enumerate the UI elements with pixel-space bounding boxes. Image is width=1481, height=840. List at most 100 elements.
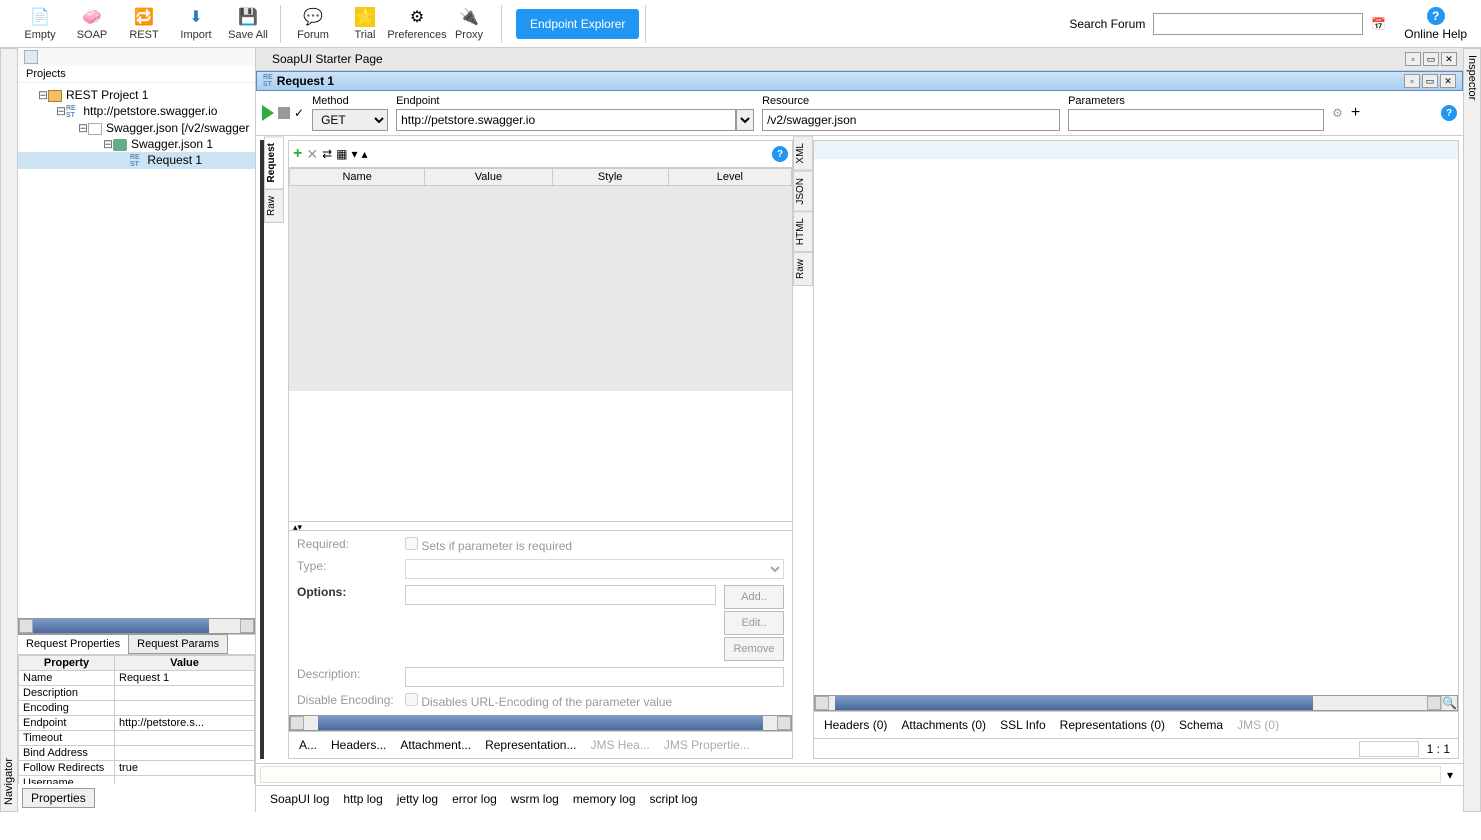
tree-resource[interactable]: ⊟Swagger.json [/v2/swagger: [18, 120, 255, 136]
tab-schema[interactable]: Schema: [1179, 718, 1223, 732]
import-icon: ⬇: [186, 7, 206, 27]
tab-jetty-log[interactable]: jetty log: [397, 792, 438, 806]
tab-auth[interactable]: A...: [299, 738, 317, 752]
tree-toolbar-icon[interactable]: [24, 50, 38, 64]
required-checkbox[interactable]: [405, 537, 418, 550]
tb-rest[interactable]: 🔁REST: [118, 7, 170, 41]
online-help-link[interactable]: ? Online Help: [1404, 7, 1467, 41]
tb-saveall[interactable]: 💾Save All: [222, 7, 274, 41]
tab-jms-headers[interactable]: JMS Hea...: [590, 738, 649, 752]
chevron-up-icon[interactable]: ▴: [362, 147, 368, 161]
maximize-icon[interactable]: ▭: [1423, 52, 1439, 66]
project-tree[interactable]: ⊟REST Project 1 ⊟REST http://petstore.sw…: [18, 83, 255, 618]
add-option-button[interactable]: Add..: [724, 585, 784, 609]
parameters-input[interactable]: [1068, 109, 1324, 131]
tab-request-properties[interactable]: Request Properties: [17, 634, 129, 654]
tab-resp-headers[interactable]: Headers (0): [824, 718, 887, 732]
endpoint-input[interactable]: [396, 109, 736, 131]
tb-trial[interactable]: ⭐Trial: [339, 7, 391, 41]
vtab-raw-resp[interactable]: Raw: [793, 252, 813, 286]
navigator-side-tab[interactable]: Navigator: [0, 48, 18, 812]
vtab-json[interactable]: JSON: [793, 171, 813, 212]
search-forum-input[interactable]: [1153, 13, 1363, 35]
vtab-html[interactable]: HTML: [793, 211, 813, 252]
tab-representation[interactable]: Representation...: [485, 738, 576, 752]
tab-script-log[interactable]: script log: [650, 792, 698, 806]
endpoint-dropdown[interactable]: [736, 109, 754, 131]
tree-hscroll[interactable]: [18, 618, 255, 634]
vtab-request[interactable]: Request: [264, 136, 284, 189]
minimize-icon[interactable]: ▫: [1404, 74, 1420, 88]
tb-forum[interactable]: 💬Forum: [287, 7, 339, 41]
type-select[interactable]: [405, 559, 784, 579]
tab-jms-properties[interactable]: JMS Propertie...: [664, 738, 750, 752]
request-bottom-tabs: A... Headers... Attachment... Representa…: [289, 731, 792, 758]
vtab-raw[interactable]: Raw: [264, 189, 284, 223]
tab-http-log[interactable]: http log: [343, 792, 382, 806]
tab-starter-page[interactable]: SoapUI Starter Page: [262, 50, 393, 68]
tb-proxy[interactable]: 🔌Proxy: [443, 7, 495, 41]
edit-option-button[interactable]: Edit..: [724, 611, 784, 635]
tb-preferences[interactable]: ⚙Preferences: [391, 7, 443, 41]
tab-error-log[interactable]: error log: [452, 792, 497, 806]
chevron-down-icon[interactable]: ▾: [351, 147, 357, 161]
endpoint-explorer-button[interactable]: Endpoint Explorer: [516, 9, 639, 39]
tab-headers[interactable]: Headers...: [331, 738, 386, 752]
move-icon[interactable]: ⇄: [322, 147, 332, 161]
tab-resp-representations[interactable]: Representations (0): [1060, 718, 1165, 732]
response-body[interactable]: [814, 141, 1458, 695]
status-input[interactable]: [1359, 741, 1419, 757]
tree-project[interactable]: ⊟REST Project 1: [18, 87, 255, 103]
close-icon[interactable]: ✕: [1440, 74, 1456, 88]
grid-icon[interactable]: ▦: [336, 147, 347, 161]
close-icon[interactable]: ✕: [1441, 52, 1457, 66]
maximize-icon[interactable]: ▭: [1422, 74, 1438, 88]
assert-icon[interactable]: ✓: [294, 106, 304, 120]
tab-memory-log[interactable]: memory log: [573, 792, 636, 806]
tab-request-params[interactable]: Request Params: [128, 634, 228, 654]
tb-soap[interactable]: 🧼SOAP: [66, 7, 118, 41]
tab-ssl-info[interactable]: SSL Info: [1000, 718, 1046, 732]
properties-table[interactable]: PropertyValue NameRequest 1 Description …: [18, 654, 255, 784]
chevron-down-icon[interactable]: ▾: [1441, 766, 1459, 783]
add-param-button[interactable]: +: [293, 145, 302, 163]
tree-service[interactable]: ⊟REST http://petstore.swagger.io: [18, 103, 255, 120]
stop-button[interactable]: [278, 107, 290, 119]
tab-soapui-log[interactable]: SoapUI log: [270, 792, 329, 806]
left-hscroll[interactable]: [289, 715, 792, 731]
tab-resp-jms[interactable]: JMS (0): [1237, 718, 1279, 732]
collapse-toggle[interactable]: ▴▾: [289, 521, 792, 531]
disable-encoding-checkbox[interactable]: [405, 693, 418, 706]
help-icon[interactable]: ?: [772, 146, 788, 162]
resource-input[interactable]: [762, 109, 1060, 131]
inspector-side-tab[interactable]: Inspector: [1463, 48, 1481, 812]
add-icon[interactable]: +: [1351, 104, 1360, 122]
tree-request[interactable]: REST Request 1: [18, 152, 255, 169]
run-button[interactable]: [262, 105, 274, 121]
description-input[interactable]: [405, 667, 784, 687]
right-hscroll[interactable]: 🔍: [814, 695, 1458, 711]
status-bar: 1 : 1: [814, 738, 1458, 758]
tab-attachment[interactable]: Attachment...: [400, 738, 471, 752]
remove-param-button[interactable]: ✕: [306, 146, 318, 163]
properties-button[interactable]: Properties: [22, 788, 95, 808]
minimize-icon[interactable]: ▫: [1405, 52, 1421, 66]
tb-empty[interactable]: 📄Empty: [14, 7, 66, 41]
search-forum-icon[interactable]: 📅: [1371, 17, 1386, 31]
method-select[interactable]: GET: [312, 109, 388, 131]
request-tab-title[interactable]: Request 1: [277, 74, 334, 88]
search-response-icon[interactable]: 🔍: [1441, 696, 1457, 710]
vtab-xml[interactable]: XML: [793, 136, 813, 171]
description-label: Description:: [297, 667, 397, 681]
options-textarea[interactable]: [405, 585, 716, 605]
remove-option-button[interactable]: Remove: [724, 637, 784, 661]
tb-import[interactable]: ⬇Import: [170, 7, 222, 41]
response-bottom-tabs: Headers (0) Attachments (0) SSL Info Rep…: [814, 711, 1458, 738]
tab-wsrm-log[interactable]: wsrm log: [511, 792, 559, 806]
tab-resp-attachments[interactable]: Attachments (0): [901, 718, 986, 732]
configure-icon[interactable]: ⚙: [1332, 106, 1343, 120]
resource-label: Resource: [762, 95, 1060, 107]
tree-method[interactable]: ⊟Swagger.json 1: [18, 136, 255, 152]
help-icon[interactable]: ?: [1441, 105, 1457, 121]
param-grid[interactable]: Name Value Style Level: [289, 168, 792, 521]
